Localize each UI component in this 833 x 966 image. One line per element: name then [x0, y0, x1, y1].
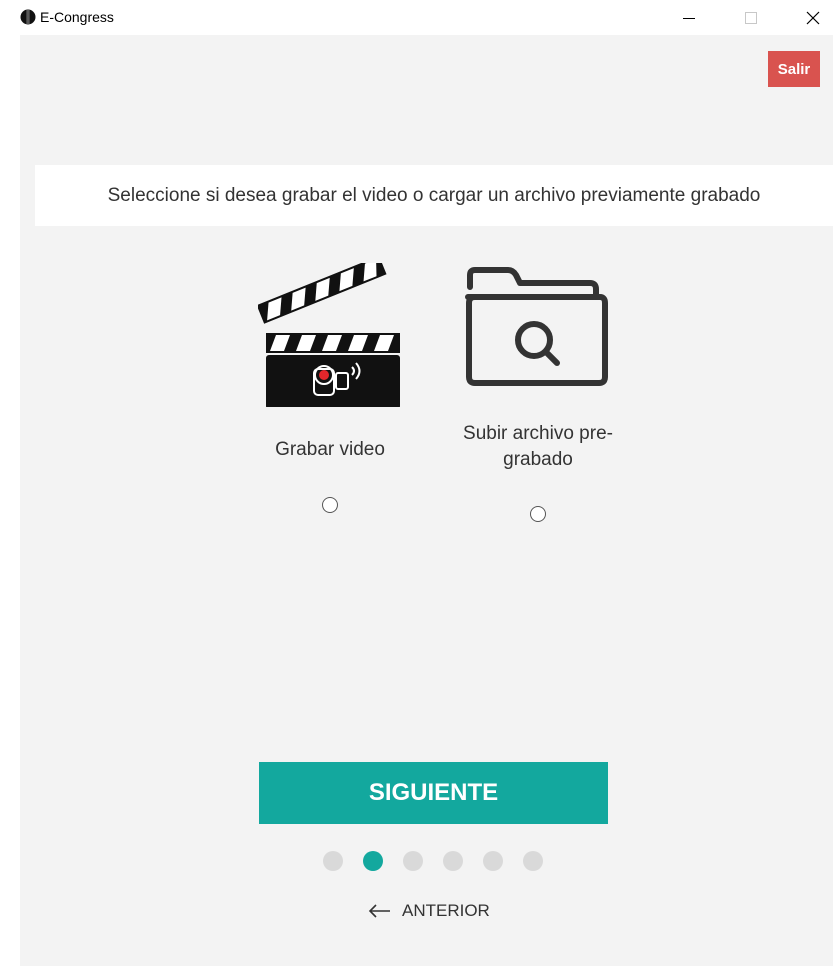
content-area: Salir Seleccione si desea grabar el vide… [20, 35, 833, 966]
minimize-button[interactable] [666, 0, 712, 35]
title-bar: E-Congress [0, 0, 833, 35]
exit-button[interactable]: Salir [768, 51, 820, 87]
maximize-icon [745, 11, 757, 24]
upload-file-label[interactable]: Subir archivo pre- grabado [438, 421, 638, 473]
close-window-button[interactable] [790, 0, 833, 35]
close-icon [806, 11, 820, 24]
instruction-banner: Seleccione si desea grabar el video o ca… [35, 165, 833, 226]
step-dot [523, 851, 543, 871]
back-label: ANTERIOR [402, 901, 490, 920]
arrow-left-icon [368, 904, 392, 918]
step-dot [323, 851, 343, 871]
step-indicator [321, 851, 551, 873]
upload-file-radio[interactable] [530, 506, 546, 522]
step-dot [483, 851, 503, 871]
step-dot-active [363, 851, 383, 871]
step-dot [443, 851, 463, 871]
record-video-label[interactable]: Grabar video [250, 437, 410, 463]
next-button[interactable]: SIGUIENTE [259, 762, 608, 824]
window-title: E-Congress [40, 9, 114, 25]
back-button[interactable]: ANTERIOR [368, 897, 490, 925]
clapperboard-camera-icon[interactable] [258, 263, 402, 407]
folder-search-icon[interactable] [460, 265, 608, 389]
app-window: E-Congress Salir Seleccione si desea gra… [0, 0, 833, 966]
upload-file-label-line2: grabado [503, 449, 573, 470]
instruction-text: Seleccione si desea grabar el video o ca… [107, 184, 761, 206]
app-logo-icon [20, 9, 36, 25]
record-video-radio[interactable] [322, 497, 338, 513]
maximize-button[interactable] [728, 0, 774, 35]
step-dot [403, 851, 423, 871]
upload-file-label-line1: Subir archivo pre- [463, 423, 613, 444]
minimize-icon [683, 17, 695, 19]
